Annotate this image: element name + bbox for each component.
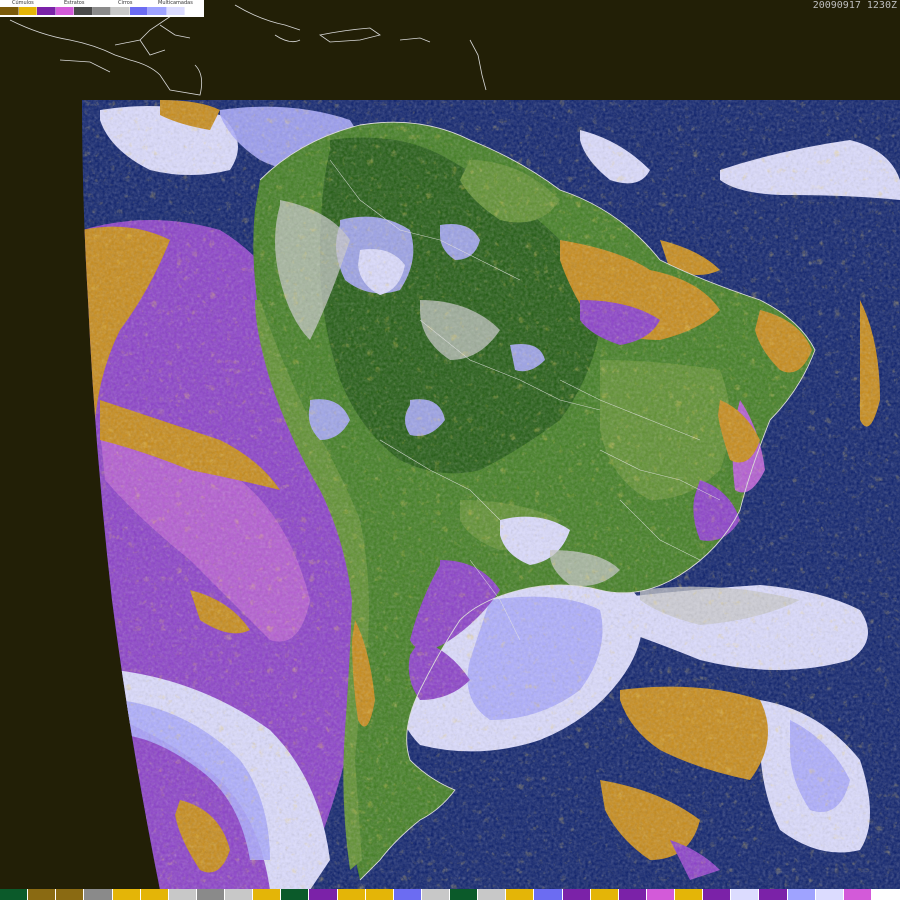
legend-label-cirros: Cirros bbox=[118, 0, 133, 6]
colorbar-cell-31 bbox=[871, 889, 900, 900]
colorbar-cell-23 bbox=[646, 889, 675, 900]
legend-swatches bbox=[0, 7, 205, 15]
colorbar-cell-8 bbox=[225, 889, 254, 900]
legend-swatch-2-1 bbox=[92, 7, 112, 15]
satellite-cloud-map bbox=[0, 0, 900, 900]
legend-labels: Cúmulos Estratos Cirros Multicamadas bbox=[0, 0, 204, 7]
colorbar-cell-19 bbox=[534, 889, 563, 900]
colorbar-cell-9 bbox=[253, 889, 282, 900]
colorbar-cell-5 bbox=[140, 889, 169, 900]
legend-swatch-3-1 bbox=[148, 7, 167, 15]
colorbar-cell-26 bbox=[731, 889, 760, 900]
colorbar-cell-24 bbox=[675, 889, 704, 900]
colorbar-cell-10 bbox=[281, 889, 310, 900]
colorbar-cell-11 bbox=[309, 889, 338, 900]
colorbar-cell-30 bbox=[843, 889, 872, 900]
colorbar-cell-16 bbox=[450, 889, 479, 900]
colorbar-cell-12 bbox=[337, 889, 366, 900]
legend-swatch-2-2 bbox=[111, 7, 130, 15]
image-timestamp: 20090917 1230Z bbox=[812, 0, 897, 11]
legend-swatch-1-1 bbox=[55, 7, 75, 15]
legend-swatch-3-3 bbox=[185, 7, 205, 15]
colorbar-cell-27 bbox=[759, 889, 788, 900]
colorbar-cell-28 bbox=[787, 889, 816, 900]
colorbar-cell-13 bbox=[365, 889, 394, 900]
colorbar-cell-25 bbox=[703, 889, 732, 900]
colorbar-cell-14 bbox=[393, 889, 422, 900]
legend-swatch-2-0 bbox=[74, 7, 93, 15]
legend-swatch-0-0 bbox=[0, 7, 19, 15]
legend-label-estratos: Estratos bbox=[64, 0, 85, 6]
colorbar-cell-18 bbox=[506, 889, 535, 900]
legend-swatch-3-0 bbox=[129, 7, 149, 15]
colorbar-cell-7 bbox=[196, 889, 225, 900]
bottom-color-bar bbox=[0, 889, 900, 900]
colorbar-cell-22 bbox=[618, 889, 647, 900]
legend-swatch-3-2 bbox=[166, 7, 186, 15]
colorbar-cell-15 bbox=[421, 889, 450, 900]
legend-swatch-0-1 bbox=[18, 7, 38, 15]
colorbar-cell-20 bbox=[562, 889, 591, 900]
colorbar-cell-1 bbox=[28, 889, 57, 900]
colorbar-cell-0 bbox=[0, 889, 29, 900]
legend-label-multicamadas: Multicamadas bbox=[158, 0, 193, 6]
colorbar-cell-21 bbox=[590, 889, 619, 900]
cloud-type-legend: Cúmulos Estratos Cirros Multicamadas bbox=[0, 0, 205, 17]
colorbar-cell-17 bbox=[478, 889, 507, 900]
colorbar-cell-4 bbox=[112, 889, 141, 900]
colorbar-cell-2 bbox=[56, 889, 85, 900]
colorbar-cell-29 bbox=[815, 889, 844, 900]
legend-swatch-1-0 bbox=[37, 7, 56, 15]
colorbar-cell-3 bbox=[84, 889, 113, 900]
colorbar-cell-6 bbox=[168, 889, 197, 900]
legend-label-cumulos: Cúmulos bbox=[12, 0, 34, 6]
